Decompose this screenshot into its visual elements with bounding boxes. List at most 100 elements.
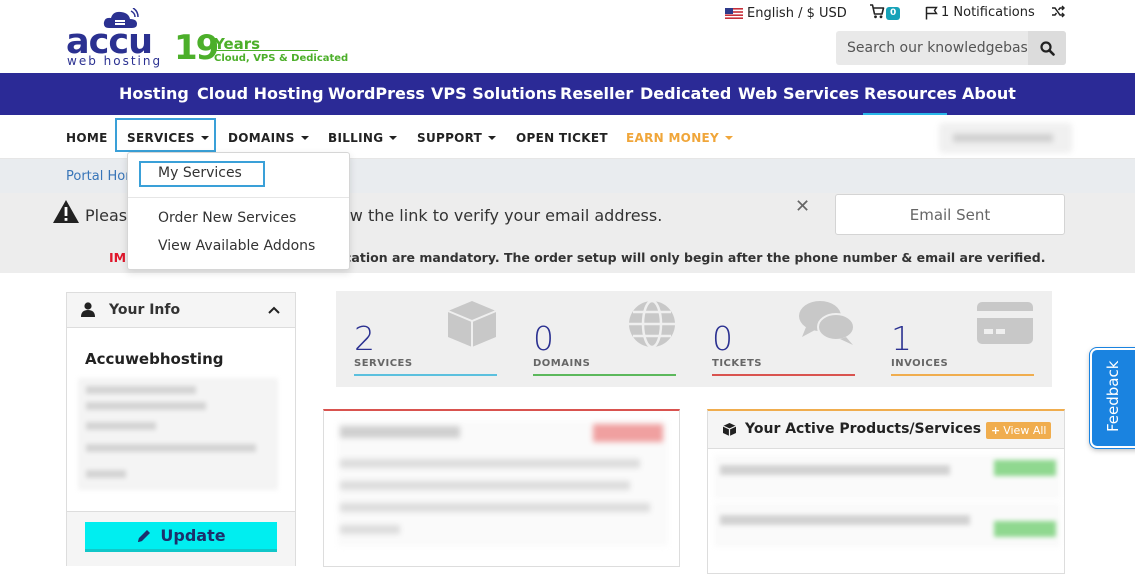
account-stats: 2 SERVICES 0 DOMAINS 0 TICKETS 1 INVOICE…	[336, 291, 1052, 387]
redacted-content	[338, 421, 668, 546]
comments-icon	[799, 301, 855, 345]
account-name: Accuwebhosting	[85, 350, 224, 368]
menu-item-my-services[interactable]: My Services	[158, 165, 242, 181]
chevron-up-icon[interactable]	[268, 306, 280, 314]
notifications-label: 1 Notifications	[941, 5, 1035, 20]
stat-services-underline	[354, 374, 497, 376]
globe-icon	[629, 299, 675, 349]
stat-domains-label: DOMAINS	[533, 358, 591, 369]
logo-tagline: web hosting	[67, 54, 163, 68]
nav-hosting[interactable]: Hosting	[119, 84, 189, 103]
product-row-redacted[interactable]	[714, 503, 1060, 547]
stat-domains-underline	[533, 374, 676, 376]
stat-invoices-value: 1	[891, 319, 912, 358]
stat-tickets-label: TICKETS	[712, 358, 762, 369]
plus-icon: +	[991, 424, 1001, 437]
logo-wordmark: accu	[66, 22, 153, 62]
stat-services-value: 2	[354, 319, 375, 358]
cart-count-badge: 0	[886, 7, 901, 20]
address-redacted	[78, 378, 278, 490]
subnav-billing-label: BILLING	[328, 131, 384, 145]
subnav-open-ticket[interactable]: OPEN TICKET	[516, 131, 608, 145]
knowledgebase-search	[836, 31, 1066, 65]
redacted-panel	[323, 409, 680, 567]
stat-tickets-underline	[712, 374, 855, 376]
language-currency-label: English / $ USD	[747, 5, 847, 21]
product-row-redacted[interactable]	[714, 455, 1060, 499]
stat-domains-value: 0	[533, 319, 554, 358]
language-currency-selector[interactable]: English / $ USD	[725, 5, 847, 21]
nav-resources[interactable]: Resources	[864, 84, 957, 103]
email-sent-button[interactable]: Email Sent	[835, 194, 1065, 235]
credit-card-icon	[977, 302, 1033, 344]
services-dropdown-menu: My Services Order New Services View Avai…	[127, 152, 350, 270]
subnav-earn-money[interactable]: EARN MONEY	[626, 131, 734, 145]
update-button[interactable]: Update	[85, 522, 277, 552]
nav-dedicated[interactable]: Dedicated	[640, 84, 731, 103]
us-flag-icon	[725, 7, 743, 19]
active-products-title: Your Active Products/Services	[745, 421, 982, 437]
nav-vps-solutions[interactable]: VPS Solutions	[431, 84, 557, 103]
your-info-title: Your Info	[109, 302, 181, 318]
user-icon	[81, 302, 95, 317]
top-header: accu web hosting 19 Years Cloud, VPS & D…	[0, 0, 1135, 73]
stat-services[interactable]: 2 SERVICES	[336, 291, 514, 387]
subnav-support[interactable]: SUPPORT	[417, 131, 497, 145]
nav-cloud-hosting[interactable]: Cloud Hosting	[197, 84, 324, 103]
cube-icon	[447, 301, 497, 347]
stat-invoices-underline	[891, 374, 1034, 376]
your-info-footer: Update	[67, 511, 295, 566]
accuwebhosting-logo[interactable]: accu web hosting 19 Years Cloud, VPS & D…	[66, 5, 348, 69]
subnav-home[interactable]: HOME	[66, 131, 108, 145]
stat-invoices-label: INVOICES	[891, 358, 949, 369]
view-all-button[interactable]: + View All	[986, 422, 1052, 439]
pencil-icon	[138, 529, 151, 542]
warning-icon	[53, 200, 79, 223]
subnav-services-label: SERVICES	[127, 131, 195, 145]
search-input[interactable]	[836, 31, 1028, 65]
stat-tickets-value: 0	[712, 319, 733, 358]
subnav-billing[interactable]: BILLING	[328, 131, 398, 145]
logo-subtitle: Cloud, VPS & Dedicated	[214, 53, 349, 64]
logo-divider	[214, 50, 318, 51]
account-menu-redacted[interactable]	[939, 123, 1072, 153]
view-all-label: View All	[1003, 424, 1047, 437]
close-alert-icon[interactable]: ✕	[795, 196, 810, 217]
caret-down-icon	[389, 136, 398, 140]
main-navigation: Hosting Cloud Hosting WordPress VPS Solu…	[0, 73, 1135, 115]
your-info-panel: Your Info Accuwebhosting Update	[66, 292, 296, 566]
update-button-label: Update	[160, 526, 226, 545]
search-icon	[1039, 40, 1055, 56]
subnav-services[interactable]: SERVICES	[127, 131, 209, 145]
subnav-support-label: SUPPORT	[417, 131, 483, 145]
your-info-header[interactable]: Your Info	[67, 293, 295, 328]
nav-reseller[interactable]: Reseller	[560, 84, 633, 103]
logo-years-number: 19	[174, 28, 219, 68]
feedback-tab[interactable]: Feedback	[1089, 347, 1135, 449]
menu-item-view-available-addons[interactable]: View Available Addons	[158, 238, 315, 254]
feedback-label: Feedback	[1104, 360, 1122, 432]
caret-down-icon	[200, 136, 209, 140]
active-products-panel: Your Active Products/Services + View All	[707, 409, 1065, 574]
shuffle-icon[interactable]	[1051, 5, 1065, 18]
important-notice-text: cation are mandatory. The order setup wi…	[344, 250, 1046, 265]
menu-item-order-new-services[interactable]: Order New Services	[158, 210, 296, 226]
stat-services-label: SERVICES	[354, 358, 413, 369]
caret-down-icon	[725, 136, 734, 140]
cube-icon	[722, 423, 737, 436]
cart-icon[interactable]	[869, 4, 885, 19]
stat-invoices[interactable]: 1 INVOICES	[873, 291, 1051, 387]
nav-about[interactable]: About	[962, 84, 1016, 103]
nav-wordpress[interactable]: WordPress	[328, 84, 425, 103]
dropdown-divider	[128, 197, 349, 198]
flag-icon	[925, 6, 938, 19]
subnav-domains[interactable]: DOMAINS	[228, 131, 309, 145]
stat-tickets[interactable]: 0 TICKETS	[694, 291, 872, 387]
caret-down-icon	[488, 136, 497, 140]
notifications-link[interactable]: 1 Notifications	[925, 5, 1035, 20]
active-products-header: Your Active Products/Services + View All	[708, 411, 1064, 449]
caret-down-icon	[300, 136, 309, 140]
nav-web-services[interactable]: Web Services	[738, 84, 859, 103]
search-button[interactable]	[1028, 31, 1066, 65]
stat-domains[interactable]: 0 DOMAINS	[515, 291, 693, 387]
